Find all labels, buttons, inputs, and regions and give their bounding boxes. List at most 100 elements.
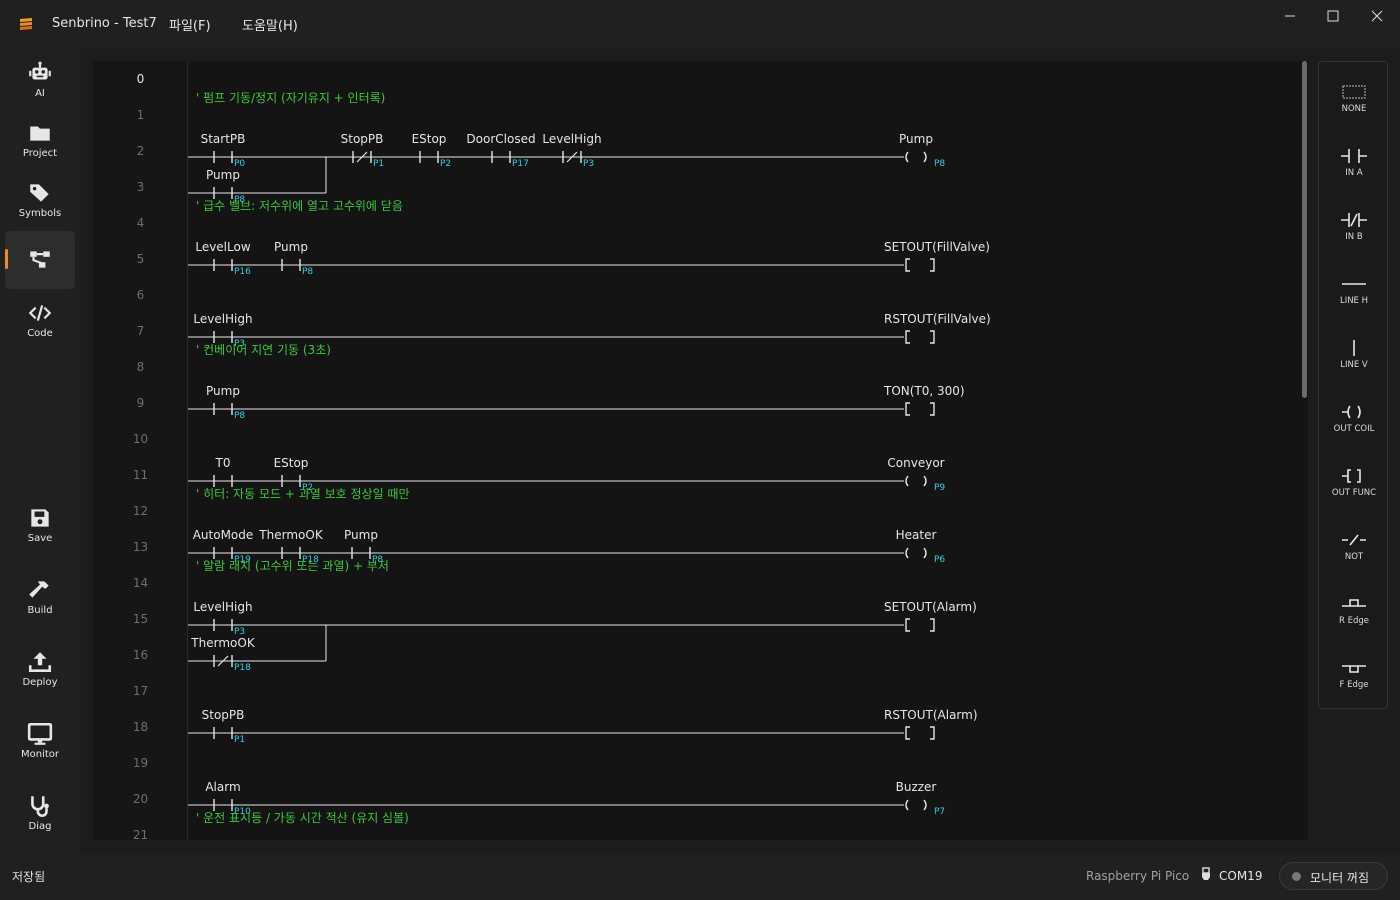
contact-label: StopPB	[341, 132, 384, 146]
monitor-toggle[interactable]: 모니터 꺼짐	[1279, 862, 1388, 890]
line-number: 10	[132, 432, 149, 446]
output-label: Conveyor	[887, 456, 944, 470]
rung-comment: ' 펌프 기동/정지 (자기유지 + 인터록)	[196, 91, 385, 105]
palette-out-coil[interactable]: OUT COIL	[1319, 402, 1389, 462]
line-number: 2	[136, 144, 145, 158]
func-left	[905, 402, 910, 416]
maximize-button[interactable]	[1313, 4, 1353, 28]
func-left	[905, 330, 910, 344]
func-right	[930, 258, 935, 272]
palette-label: LINE H	[1339, 296, 1369, 306]
save-icon	[31, 509, 49, 527]
contact-address: P17	[512, 159, 529, 169]
coil-right	[923, 151, 927, 163]
app-logo-icon	[20, 18, 32, 30]
line-h-icon	[1342, 283, 1366, 285]
palette-out-func[interactable]: OUT FUNC	[1319, 466, 1389, 526]
contact-label: ThermoOK	[258, 528, 324, 542]
contact-label: Pump	[206, 168, 240, 182]
output-label: SETOUT(FillValve)	[884, 240, 990, 254]
palette-in-a[interactable]: IN A	[1319, 146, 1389, 206]
palette-in-b[interactable]: IN B	[1319, 210, 1389, 270]
coil-right	[923, 547, 927, 559]
line-number: 14	[132, 576, 149, 590]
menu-help[interactable]: 도움말(H)	[242, 15, 298, 34]
out-func-icon	[1342, 469, 1361, 483]
contact-label: Alarm	[205, 780, 240, 794]
minimize-button[interactable]	[1270, 4, 1310, 28]
contact-label: ThermoOK	[190, 636, 256, 650]
line-v-icon	[1353, 340, 1355, 356]
palette-none[interactable]: NONE	[1319, 82, 1389, 142]
sidebar-item-monitor[interactable]: Monitor	[5, 713, 75, 771]
coil-left	[905, 151, 909, 163]
palette-label: LINE V	[1340, 360, 1368, 370]
contact-address: P1	[373, 159, 384, 169]
sidebar-label: Save	[27, 533, 53, 544]
sidebar-label: Code	[27, 328, 53, 339]
output-address: P9	[934, 483, 945, 493]
monitor-icon	[27, 722, 53, 745]
palette-label: F Edge	[1339, 680, 1369, 690]
palette-label: OUT FUNC	[1331, 488, 1377, 498]
output-label: Heater	[896, 528, 937, 542]
line-number: 7	[136, 324, 145, 338]
sidebar-item-code[interactable]: Code	[5, 292, 75, 350]
line-number: 5	[136, 252, 145, 266]
contact-label: Pump	[344, 528, 378, 542]
maximize-icon	[1327, 10, 1339, 22]
sidebar: AI Project Symbols Code Save Build Deplo…	[0, 48, 80, 853]
line-number: 12	[132, 504, 149, 518]
sidebar-item-save[interactable]: Save	[5, 497, 75, 555]
line-number: 21	[132, 828, 149, 840]
close-button[interactable]	[1357, 4, 1397, 28]
output-address: P8	[934, 159, 945, 169]
func-left	[905, 618, 910, 632]
port-selector[interactable]: COM19	[1219, 869, 1262, 883]
not-icon	[1342, 534, 1366, 546]
coil-right	[923, 799, 927, 811]
contact-label: LevelHigh	[193, 312, 252, 326]
sidebar-item-diag[interactable]: Diag	[5, 785, 75, 843]
rung-comment: ' 운전 표시등 / 가동 시간 적산 (유지 심볼)	[196, 811, 409, 825]
palette-line-v[interactable]: LINE V	[1319, 338, 1389, 398]
ladder-editor[interactable]: 0 1 2 3 4 5 6 7 8 9 10 11 12 13 14 15 16 17 18 19 20 21 ' 펌프 …	[93, 61, 1308, 840]
line-number: 8	[136, 360, 145, 374]
sidebar-item-project[interactable]: Project	[5, 112, 75, 170]
palette-r-edge[interactable]: R Edge	[1319, 594, 1389, 654]
sidebar-label: Monitor	[20, 749, 59, 760]
sidebar-item-build[interactable]: Build	[5, 569, 75, 627]
contact-address: P1	[234, 735, 245, 745]
sidebar-item-symbols[interactable]: Symbols	[5, 172, 75, 230]
palette-label: NOT	[1344, 552, 1364, 562]
contact-label: LevelHigh	[542, 132, 601, 146]
line-number: 18	[132, 720, 149, 734]
contact-label: Pump	[274, 240, 308, 254]
palette-f-edge[interactable]: F Edge	[1319, 658, 1389, 718]
contact-address: P2	[440, 159, 451, 169]
func-right	[930, 402, 935, 416]
contact-label: StartPB	[201, 132, 246, 146]
contact-label: T0	[215, 456, 231, 470]
palette-line-h[interactable]: LINE H	[1319, 274, 1389, 334]
board-selector[interactable]: Raspberry Pi Pico	[1086, 869, 1189, 883]
palette-label: NONE	[1341, 104, 1367, 114]
sidebar-label: AI	[35, 88, 45, 99]
ladder-diagram[interactable]: ' 펌프 기동/정지 (자기유지 + 인터록)StartPBP0StopPBP1…	[188, 61, 1298, 840]
sidebar-item-deploy[interactable]: Deploy	[5, 641, 75, 699]
sidebar-item-ladder[interactable]	[5, 231, 75, 289]
menu-file[interactable]: 파일(F)	[169, 15, 211, 34]
sidebar-item-ai[interactable]: AI	[5, 52, 75, 110]
robot-icon	[29, 61, 51, 80]
output-label: Buzzer	[896, 780, 937, 794]
palette-not[interactable]: NOT	[1319, 530, 1389, 590]
palette-label: IN B	[1345, 232, 1363, 242]
output-label: SETOUT(Alarm)	[884, 600, 977, 614]
coil-left	[905, 547, 909, 559]
func-left	[905, 726, 910, 740]
line-number: 16	[132, 648, 149, 662]
editor-scrollbar[interactable]	[1302, 61, 1307, 398]
line-number: 19	[132, 756, 149, 770]
folder-icon	[30, 126, 50, 141]
line-number: 3	[136, 180, 145, 194]
